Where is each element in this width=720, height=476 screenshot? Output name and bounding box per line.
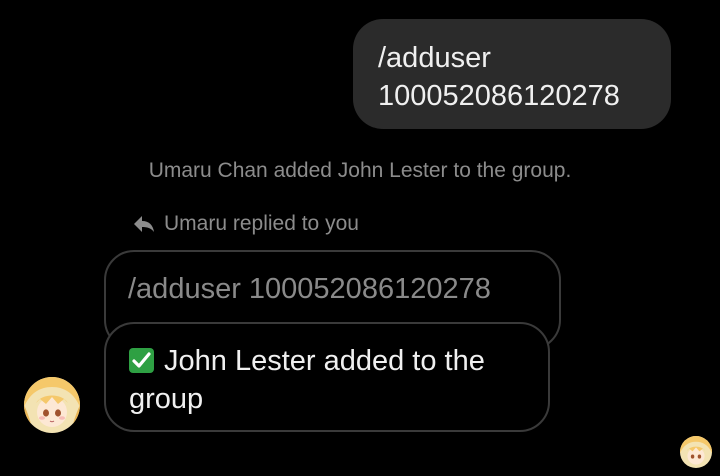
incoming-message-text: John Lester added to the group [129, 345, 485, 415]
check-mark-icon [129, 348, 154, 373]
reply-indicator-text: Umaru replied to you [164, 212, 359, 235]
incoming-message-bubble[interactable]: John Lester added to the group [104, 322, 550, 432]
read-receipt-avatar [680, 436, 712, 468]
system-notice: Umaru Chan added John Lester to the grou… [148, 159, 572, 182]
reply-arrow-icon [132, 214, 156, 234]
reply-indicator: Umaru replied to you [132, 210, 359, 238]
outgoing-message-bubble[interactable]: /adduser 100052086120278 [353, 19, 671, 129]
sender-avatar[interactable] [24, 377, 80, 433]
